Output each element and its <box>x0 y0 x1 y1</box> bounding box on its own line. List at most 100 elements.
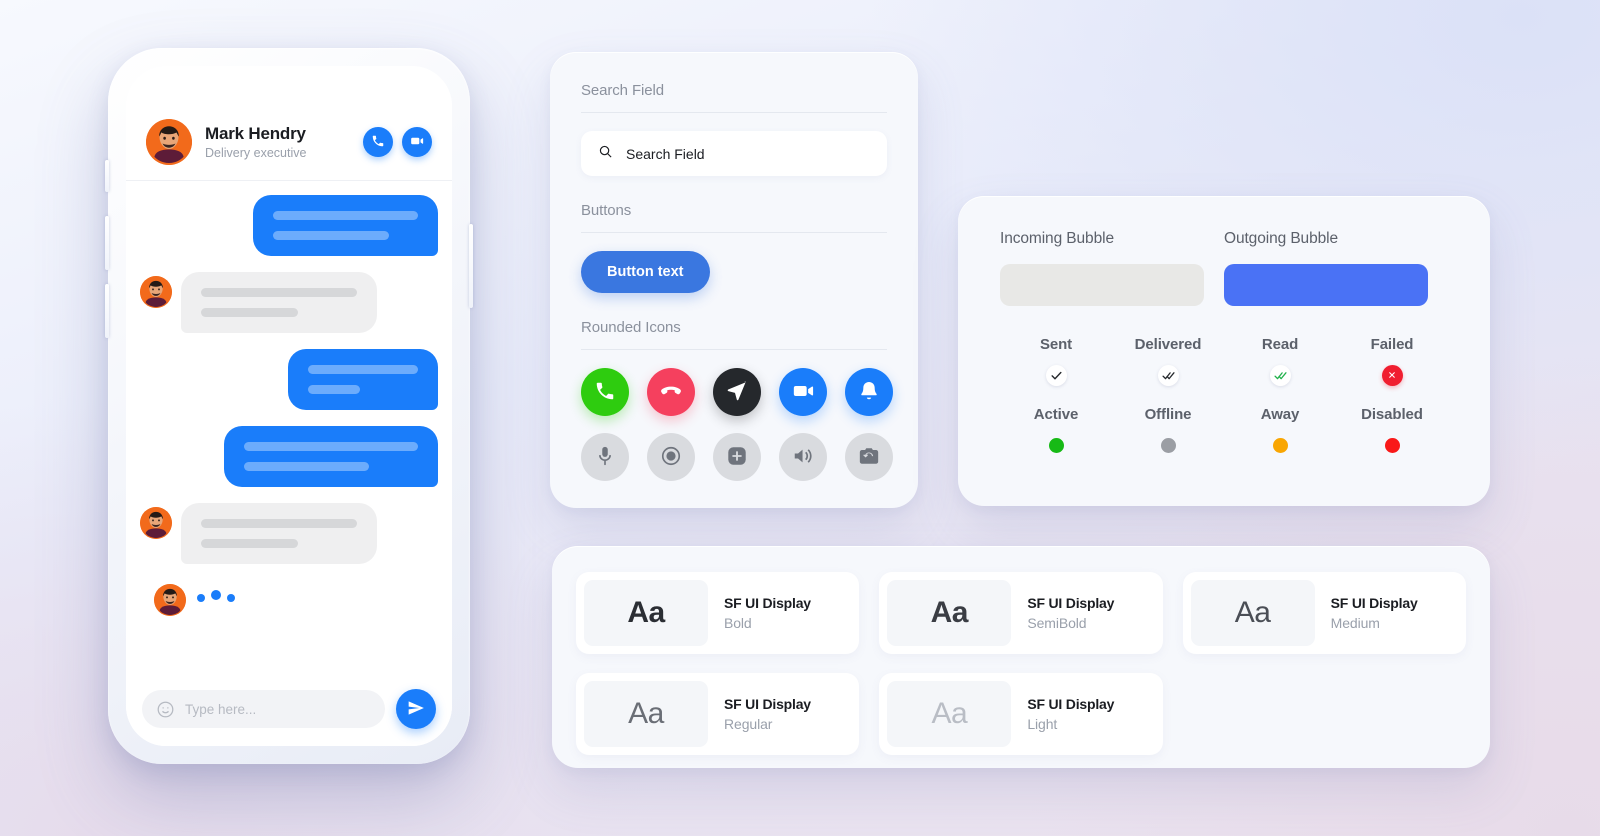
smiley-icon[interactable] <box>156 700 175 719</box>
chat-header: Mark Hendry Delivery executive <box>126 66 452 181</box>
phone-screen: Mark Hendry Delivery executive <box>126 66 452 746</box>
presence-dot-away <box>1272 437 1288 453</box>
bubble-text-line <box>308 365 418 374</box>
search-input[interactable] <box>626 145 870 162</box>
phone-call-button[interactable] <box>581 368 629 416</box>
message-row-outgoing <box>140 349 438 410</box>
phone-mute-switch[interactable] <box>105 160 109 192</box>
presence-dot-active <box>1048 437 1064 453</box>
status-read: Read <box>1224 336 1336 386</box>
outgoing-bubble[interactable] <box>224 426 438 487</box>
speaker-button[interactable] <box>779 433 827 481</box>
message-row-outgoing <box>140 195 438 256</box>
record-icon <box>660 445 682 470</box>
typography-grid: Aa SF UI Display Bold Aa SF UI Display S… <box>576 572 1466 755</box>
bubble-samples: Incoming Bubble Outgoing Bubble <box>1000 230 1448 306</box>
status-active: Active <box>1000 406 1112 456</box>
voice-call-button[interactable] <box>363 127 393 157</box>
send-message-button[interactable] <box>396 689 436 729</box>
incoming-bubble[interactable] <box>181 272 377 333</box>
video-call-button[interactable] <box>402 127 432 157</box>
status-indicator-grid: Sent Delivered Read Failed Active Offlin… <box>1000 336 1448 456</box>
chat-message-list[interactable] <box>126 181 452 672</box>
double-check-icon <box>1269 364 1291 386</box>
bubble-text-line <box>273 231 389 240</box>
type-specimen-medium: Aa SF UI Display Medium <box>1182 572 1466 654</box>
message-input-pill[interactable] <box>142 690 385 728</box>
type-family: SF UI Display <box>1330 595 1418 611</box>
type-weight: SemiBold <box>1027 615 1087 631</box>
message-row-incoming <box>140 503 438 564</box>
sender-avatar <box>140 507 172 539</box>
microphone-icon <box>594 445 616 470</box>
video-camera-icon <box>792 380 814 405</box>
status-label: Delivered <box>1134 336 1202 353</box>
type-weight: Medium <box>1330 615 1380 631</box>
sender-avatar <box>140 276 172 308</box>
send-button[interactable] <box>713 368 761 416</box>
status-label: Read <box>1261 336 1299 353</box>
incoming-bubble-label: Incoming Bubble <box>1000 230 1114 247</box>
type-weight: Regular <box>724 716 773 732</box>
search-section-label: Search Field <box>581 82 887 113</box>
status-label: Away <box>1260 406 1300 423</box>
error-cross-icon <box>1381 364 1403 386</box>
bubble-text-line <box>201 288 357 297</box>
typing-indicator-row <box>140 580 438 616</box>
bubble-text-line <box>308 385 360 394</box>
presence-dot-offline <box>1160 437 1176 453</box>
video-camera-button[interactable] <box>779 368 827 416</box>
type-glyph: Aa <box>584 681 708 747</box>
contact-role: Delivery executive <box>205 146 307 160</box>
end-call-button[interactable] <box>647 368 695 416</box>
bubble-text-line <box>244 462 370 471</box>
type-specimen-placeholder <box>1183 673 1466 755</box>
type-glyph: Aa <box>584 580 708 646</box>
typing-dot <box>197 594 205 602</box>
primary-button[interactable]: Button text <box>581 251 710 293</box>
outgoing-bubble-label: Outgoing Bubble <box>1224 230 1338 247</box>
phone-volume-down-button[interactable] <box>105 284 109 338</box>
microphone-button[interactable] <box>581 433 629 481</box>
status-failed: Failed <box>1336 336 1448 386</box>
message-row-outgoing <box>140 426 438 487</box>
status-disabled: Disabled <box>1336 406 1448 456</box>
status-away: Away <box>1224 406 1336 456</box>
phone-power-button[interactable] <box>469 224 473 308</box>
type-glyph: Aa <box>887 681 1012 747</box>
ui-kit-canvas: Mark Hendry Delivery executive Type here… <box>0 0 1600 836</box>
status-sent: Sent <box>1000 336 1112 386</box>
type-specimen-light: Aa SF UI Display Light <box>879 673 1163 755</box>
type-glyph: Aa <box>1190 580 1315 646</box>
type-family: SF UI Display <box>1027 696 1115 712</box>
switch-camera-button[interactable] <box>845 433 893 481</box>
incoming-bubble-sample: Incoming Bubble <box>1000 230 1224 306</box>
typing-dot <box>227 594 235 602</box>
status-label: Active <box>1033 406 1079 423</box>
double-check-icon <box>1157 364 1179 386</box>
phone-volume-up-button[interactable] <box>105 216 109 270</box>
video-icon <box>410 134 424 151</box>
notification-bell-button[interactable] <box>845 368 893 416</box>
typing-dots <box>197 590 235 606</box>
sender-avatar <box>154 584 186 616</box>
search-icon <box>598 144 613 164</box>
type-specimen-regular: Aa SF UI Display Regular <box>576 673 860 755</box>
outgoing-bubble[interactable] <box>288 349 438 410</box>
search-field[interactable] <box>581 131 887 176</box>
outgoing-bubble-swatch <box>1224 264 1428 306</box>
outgoing-bubble[interactable] <box>253 195 438 256</box>
switch-camera-icon <box>858 445 880 470</box>
speaker-icon <box>792 445 814 470</box>
rounded-icons-row-primary <box>581 368 893 416</box>
message-input[interactable] <box>185 701 371 717</box>
contact-avatar <box>146 119 192 165</box>
end-call-icon <box>660 380 682 405</box>
incoming-bubble[interactable] <box>181 503 377 564</box>
icons-section-label: Rounded Icons <box>581 319 887 350</box>
type-specimen-semibold: Aa SF UI Display SemiBold <box>879 572 1163 654</box>
add-attachment-button[interactable] <box>713 433 761 481</box>
record-button[interactable] <box>647 433 695 481</box>
bubble-text-line <box>201 539 298 548</box>
presence-dot-disabled <box>1384 437 1400 453</box>
